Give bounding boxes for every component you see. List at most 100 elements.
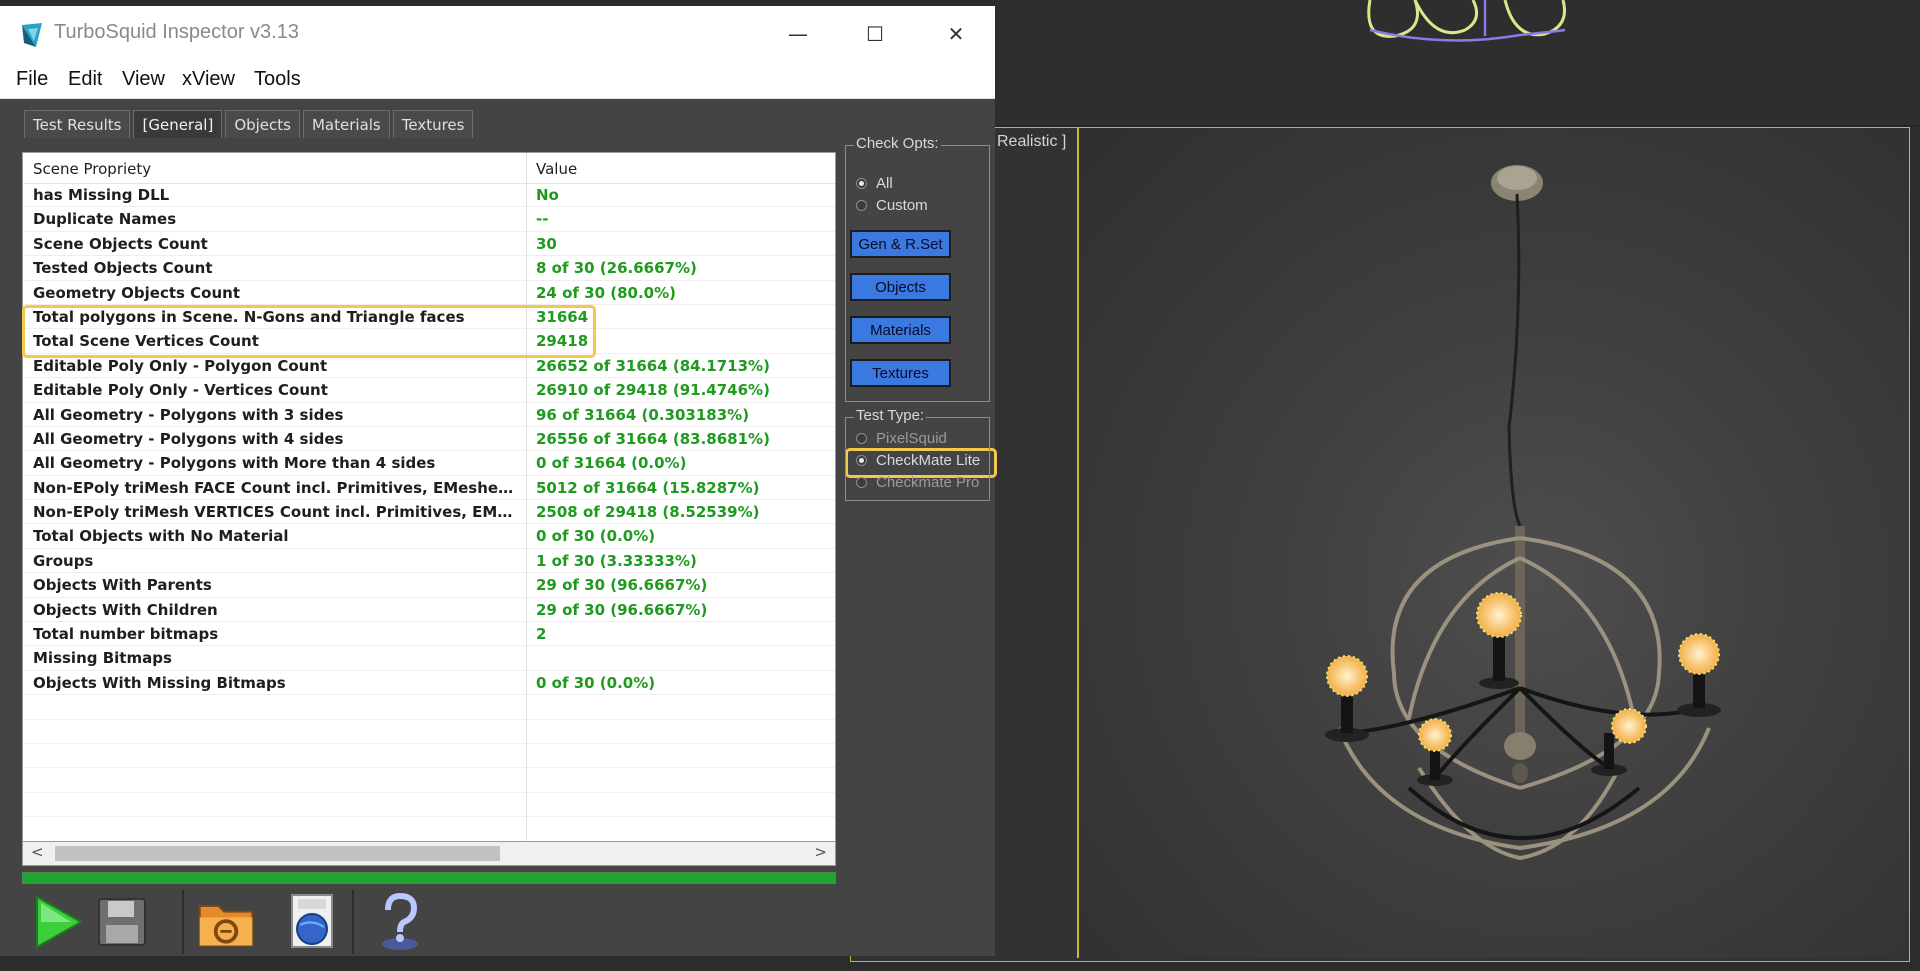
scene-properties-table[interactable]: Scene Propriety Value has Missing DLL No D… [22,152,836,842]
run-button[interactable] [28,892,88,952]
3ds-max-folder-icon [198,905,254,947]
tab-objects[interactable]: Objects [225,110,300,138]
close-button[interactable]: ✕ [926,14,986,54]
table-row[interactable]: Objects With Children 29 of 30 (96.6667%) [23,598,835,623]
radio-dot [856,199,867,211]
test-type-group: Test Type: PixelSquid CheckMate Lite Che… [845,407,990,501]
progress-bar [22,872,836,884]
gen-rset-button[interactable]: Gen & R.Set [850,230,951,258]
table-row[interactable]: Scene Objects Count 30 [23,232,835,257]
row-property: Objects With Children [33,600,218,619]
row-value: No [536,186,559,204]
radio-checkmate-lite[interactable]: CheckMate Lite [856,451,980,469]
scroll-left-icon[interactable]: < [31,843,44,861]
row-property: Objects With Parents [33,576,212,595]
open-folder-button[interactable] [196,892,256,952]
row-property: Tested Objects Count [33,259,213,278]
table-row[interactable]: Total number bitmaps 2 [23,622,835,647]
table-row[interactable]: Total polygons in Scene. N-Gons and Tria… [23,305,835,330]
empty-row [23,768,835,793]
toolbar-separator [182,890,184,954]
empty-row [23,695,835,720]
objects-button[interactable]: Objects [850,273,951,301]
row-value: 29 of 30 (96.6667%) [536,576,708,595]
row-value: 8 of 30 (26.6667%) [536,259,697,278]
row-value: 2 [536,625,547,644]
scroll-thumb[interactable] [55,846,500,861]
minimize-button[interactable]: — [768,14,828,54]
table-row[interactable]: Total Objects with No Material 0 of 30 (0… [23,524,835,549]
row-value: 2508 of 29418 (8.52539%) [536,503,760,522]
table-row[interactable]: Missing Bitmaps [23,646,835,671]
title-bar[interactable]: TurboSquid Inspector v3.13 — ☐ ✕ [0,6,995,64]
menu-tools[interactable]: Tools [254,68,301,91]
row-property: Total polygons in Scene. N-Gons and Tria… [33,307,465,326]
radio-all[interactable]: All [856,174,893,192]
tab-textures[interactable]: Textures [392,110,474,138]
viewport-shading-label[interactable]: Realistic ] [997,133,1066,151]
radio-dot [856,432,867,444]
empty-row [23,720,835,744]
table-row[interactable]: Duplicate Names -- [23,207,835,232]
menu-xview[interactable]: xView [182,68,235,91]
table-row[interactable]: Editable Poly Only - Vertices Count 26910… [23,378,835,403]
radio-checkmate-lite-label: CheckMate Lite [876,451,981,469]
menu-file[interactable]: File [16,68,48,91]
chandelier-render[interactable] [1077,128,1909,958]
table-row[interactable]: Total Scene Vertices Count 29418 [23,329,835,354]
row-value: 30 [536,234,557,253]
horizontal-scrollbar[interactable]: < > [22,842,836,866]
row-property: Total Objects with No Material [33,527,289,546]
table-row[interactable]: Objects With Missing Bitmaps 0 of 30 (0.0… [23,671,835,696]
table-row[interactable]: Objects With Parents 29 of 30 (96.6667%) [23,573,835,598]
table-row[interactable]: All Geometry - Polygons with 3 sides 96 o… [23,403,835,427]
table-row[interactable]: All Geometry - Polygons with 4 sides 2655… [23,427,835,452]
row-value: 26652 of 31664 (84.1713%) [536,356,770,375]
row-value: 26910 of 29418 (91.4746%) [536,381,770,400]
export-html-button[interactable] [282,892,342,952]
html-globe-icon [291,894,333,948]
radio-custom[interactable]: Custom [856,196,928,214]
row-value: 1 of 30 (3.33333%) [536,551,697,570]
materials-button[interactable]: Materials [850,316,951,344]
radio-all-label: All [876,174,893,192]
minimize-icon: — [788,22,808,46]
table-row[interactable]: All Geometry - Polygons with More than 4… [23,451,835,476]
table-row[interactable]: Non-EPoly triMesh FACE Count incl. Primi… [23,476,835,501]
header-property[interactable]: Scene Propriety [33,160,151,178]
textures-button[interactable]: Textures [850,359,951,387]
scroll-right-icon[interactable]: > [814,843,827,861]
tab-test-results[interactable]: Test Results [24,110,131,138]
radio-pixelsquid[interactable]: PixelSquid [856,429,947,447]
menu-edit[interactable]: Edit [68,68,102,91]
tab-strip: Test Results [General] Objects Materials… [24,110,474,140]
menu-view[interactable]: View [122,68,165,91]
radio-checkmate-pro[interactable]: Checkmate Pro [856,473,979,491]
header-value[interactable]: Value [536,160,577,178]
table-row[interactable]: Editable Poly Only - Polygon Count 26652 … [23,354,835,379]
play-icon [36,895,84,949]
table-row[interactable]: has Missing DLL No [23,183,835,208]
row-value: 0 of 31664 (0.0%) [536,454,687,473]
row-value: 0 of 30 (0.0%) [536,527,656,546]
row-value: 26556 of 31664 (83.8681%) [536,429,770,448]
row-property: Geometry Objects Count [33,283,241,302]
inspector-window: TurboSquid Inspector v3.13 — ☐ ✕ File Ed… [0,6,997,956]
tab-materials[interactable]: Materials [302,110,390,138]
table-row[interactable]: Groups 1 of 30 (3.33333%) [23,549,835,574]
tab-general[interactable]: [General] [133,110,223,138]
menu-bar: File Edit View xView Tools [0,64,995,99]
table-row[interactable]: Non-EPoly triMesh VERTICES Count incl. P… [23,500,835,525]
table-row[interactable]: Geometry Objects Count 24 of 30 (80.0%) [23,281,835,305]
turbosquid-logo-icon [22,23,42,47]
radio-dot [856,454,867,466]
maximize-button[interactable]: ☐ [845,14,905,54]
row-value: 96 of 31664 (0.303183%) [536,405,750,424]
radio-pixelsquid-label: PixelSquid [876,429,947,447]
save-button[interactable] [92,892,152,952]
row-value: 29418 [536,332,589,351]
radio-checkmate-pro-label: Checkmate Pro [876,473,980,491]
table-row[interactable]: Tested Objects Count 8 of 30 (26.6667%) [23,256,835,281]
row-property: All Geometry - Polygons with More than 4… [33,454,436,473]
help-button[interactable] [370,892,430,952]
